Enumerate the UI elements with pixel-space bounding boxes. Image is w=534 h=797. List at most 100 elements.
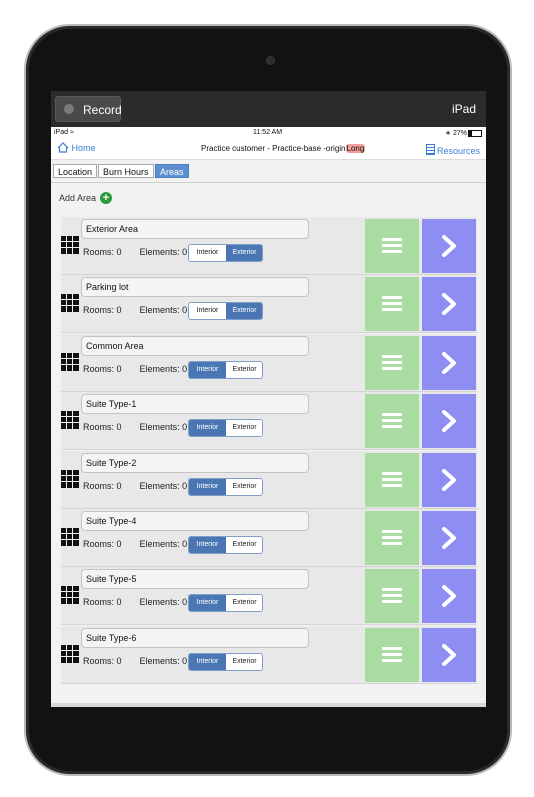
drag-handle-icon[interactable] <box>61 528 79 546</box>
rooms-value: 0 <box>116 247 122 257</box>
area-name-field[interactable]: Common Area <box>81 335 309 356</box>
open-area-button[interactable] <box>422 277 476 332</box>
chevron-right-icon <box>442 468 456 491</box>
area-menu-button[interactable] <box>365 277 419 332</box>
status-device: iPad ≈ <box>54 129 74 136</box>
drag-handle-icon[interactable] <box>61 352 79 371</box>
interior-exterior-toggle[interactable]: Interior Exterior <box>188 244 263 262</box>
interior-exterior-toggle[interactable]: Interior Exterior <box>188 536 263 554</box>
elements-value: 0 <box>182 539 188 549</box>
chevron-right-icon <box>442 293 456 316</box>
area-name-field[interactable]: Parking lot <box>81 277 309 298</box>
drag-handle-icon[interactable] <box>61 586 79 605</box>
drag-handle-icon[interactable] <box>61 469 79 488</box>
rooms-value: 0 <box>116 305 122 316</box>
exterior-option[interactable]: Exterior <box>226 595 262 612</box>
elements-value: 0 <box>182 480 188 491</box>
area-name-field[interactable]: Suite Type-1 <box>81 394 309 415</box>
status-time: 11:52 AM <box>253 129 283 136</box>
elements-value: 0 <box>182 305 188 316</box>
exterior-option[interactable]: Exterior <box>226 361 262 378</box>
exterior-option[interactable]: Exterior <box>226 537 262 553</box>
rooms-value: 0 <box>116 539 122 549</box>
elements-label: Elements: <box>139 539 180 549</box>
home-link[interactable]: Home <box>57 142 96 153</box>
area-counts: Rooms: 0 Elements: 0 <box>83 305 187 315</box>
interior-option[interactable]: Interior <box>189 537 226 553</box>
area-name: Exterior Area <box>86 224 139 234</box>
open-area-button[interactable] <box>422 569 476 624</box>
area-menu-button[interactable] <box>365 511 419 565</box>
interior-option[interactable]: Interior <box>189 420 226 437</box>
battery-percent: 27% <box>452 130 467 137</box>
interior-option[interactable]: Interior <box>189 245 226 261</box>
elements-value: 0 <box>182 363 188 374</box>
rooms-value: 0 <box>116 480 122 491</box>
area-counts: Rooms: 0 Elements: 0 <box>83 422 187 432</box>
area-name-field[interactable]: Suite Type-4 <box>81 511 309 531</box>
exterior-option[interactable]: Exterior <box>226 245 262 261</box>
area-name-field[interactable]: Suite Type-5 <box>81 569 309 590</box>
area-menu-button[interactable] <box>365 335 419 390</box>
interior-exterior-toggle[interactable]: Interior Exterior <box>188 477 263 496</box>
camera-lens <box>266 56 275 65</box>
chevron-right-icon <box>442 527 456 549</box>
record-button[interactable]: Record <box>55 96 122 122</box>
area-menu-button[interactable] <box>365 452 419 507</box>
open-area-button[interactable] <box>422 394 476 449</box>
interior-exterior-toggle[interactable]: Interior Exterior <box>188 652 263 671</box>
area-menu-button[interactable] <box>365 569 419 624</box>
menu-icon <box>382 588 402 605</box>
open-area-button[interactable] <box>422 335 476 390</box>
area-menu-button[interactable] <box>365 627 419 682</box>
open-area-button[interactable] <box>422 627 476 682</box>
interior-exterior-toggle[interactable]: Interior Exterior <box>188 594 263 613</box>
area-name: Suite Type-4 <box>86 516 137 526</box>
home-label: Home <box>71 143 96 153</box>
interior-option[interactable]: Interior <box>189 478 226 495</box>
interior-option[interactable]: Interior <box>189 361 226 378</box>
add-area-label[interactable]: Add Area <box>59 193 96 203</box>
drag-handle-icon[interactable] <box>61 644 79 663</box>
interior-option[interactable]: Interior <box>189 653 226 670</box>
exterior-option[interactable]: Exterior <box>226 420 262 437</box>
drag-handle-icon[interactable] <box>61 411 79 430</box>
open-area-button[interactable] <box>422 452 476 507</box>
tab-location[interactable]: Location <box>53 164 98 178</box>
interior-exterior-toggle[interactable]: Interior Exterior <box>188 302 263 321</box>
battery-icon <box>468 129 482 137</box>
interior-exterior-toggle[interactable]: Interior Exterior <box>188 419 263 438</box>
interior-option[interactable]: Interior <box>189 595 226 612</box>
menu-icon <box>382 296 402 313</box>
rooms-label: Rooms: <box>83 480 115 491</box>
add-icon[interactable]: + <box>100 192 112 204</box>
interior-exterior-toggle[interactable]: Interior Exterior <box>188 360 263 379</box>
area-name-field[interactable]: Exterior Area <box>81 219 309 239</box>
area-menu-button[interactable] <box>365 394 419 449</box>
open-area-button[interactable] <box>422 219 476 273</box>
exterior-option[interactable]: Exterior <box>226 303 262 320</box>
resources-link[interactable]: Resources <box>425 144 480 156</box>
area-row: Common Area Rooms: 0 Elements: 0 Interior Ex… <box>61 333 477 392</box>
area-counts: Rooms: 0 Elements: 0 <box>83 364 187 374</box>
recording-bar: Record iPad <box>51 91 486 127</box>
status-bar: iPad ≈ 11:52 AM ∗ 27% <box>51 127 486 139</box>
nav-bar: Home Practice customer - Practice-base -… <box>51 139 486 160</box>
tab-areas[interactable]: Areas <box>155 164 189 178</box>
drag-handle-icon[interactable] <box>61 236 79 254</box>
area-name-field[interactable]: Suite Type-6 <box>81 627 309 648</box>
area-row: Suite Type-1 Rooms: 0 Elements: 0 Interior E… <box>61 392 477 451</box>
area-name-field[interactable]: Suite Type-2 <box>81 452 309 473</box>
drag-handle-icon[interactable] <box>61 294 79 313</box>
area-menu-button[interactable] <box>365 219 419 273</box>
exterior-option[interactable]: Exterior <box>226 478 262 495</box>
menu-icon <box>382 646 402 663</box>
open-area-button[interactable] <box>422 511 476 565</box>
exterior-option[interactable]: Exterior <box>226 653 262 670</box>
area-row: Suite Type-5 Rooms: 0 Elements: 0 Interior E… <box>61 567 477 626</box>
interior-option[interactable]: Interior <box>189 303 226 320</box>
rooms-label: Rooms: <box>83 247 115 257</box>
rooms-label: Rooms: <box>83 363 115 374</box>
menu-icon <box>382 530 402 546</box>
tab-burn-hours[interactable]: Burn Hours <box>98 164 154 178</box>
